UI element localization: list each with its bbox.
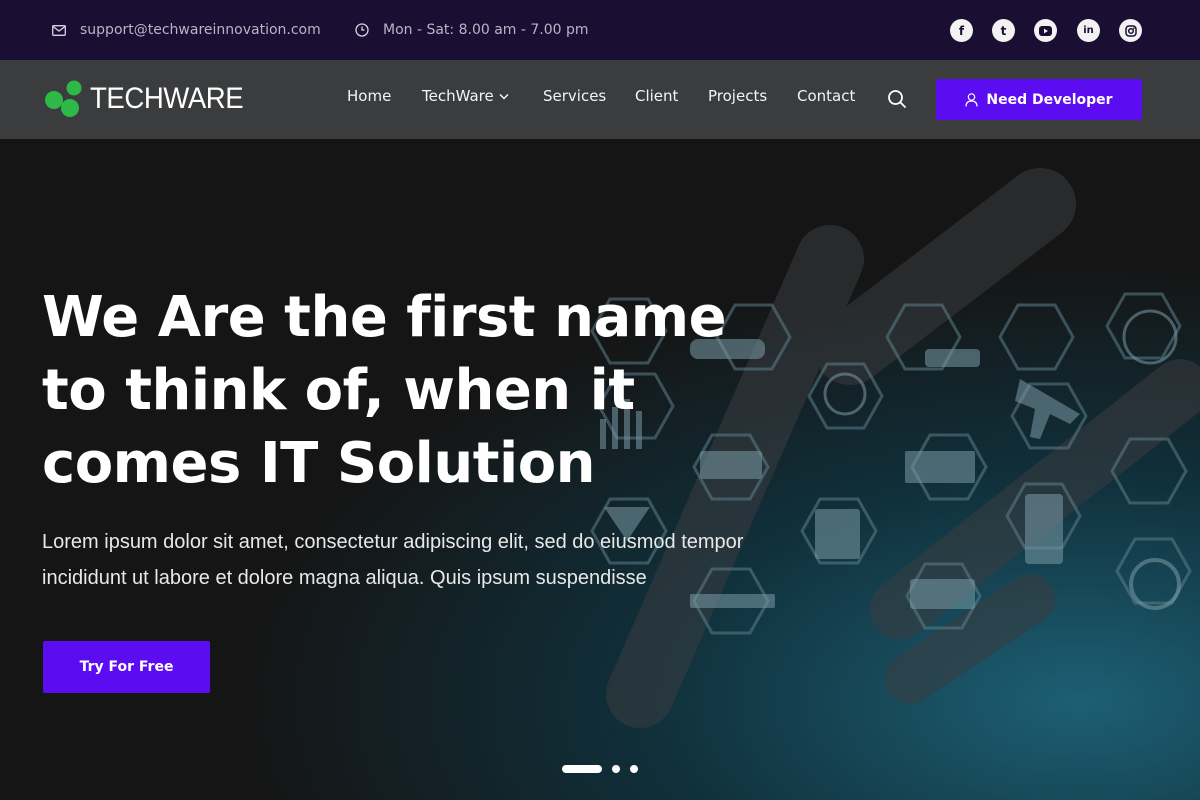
nav-services[interactable]: Services: [543, 87, 606, 105]
search-icon: [888, 90, 906, 108]
logo-text: TECHWARE: [90, 82, 244, 115]
linkedin-icon: in: [1083, 25, 1094, 36]
hero-title: We Are the first name to think of, when …: [42, 285, 727, 496]
nav-techware[interactable]: TechWare: [422, 87, 509, 105]
linkedin-link[interactable]: in: [1077, 19, 1100, 42]
instagram-icon: [1124, 24, 1137, 37]
facebook-icon: f: [958, 23, 965, 38]
hero-description: Lorem ipsum dolor sit amet, consectetur …: [42, 531, 744, 589]
tumblr-icon: t: [1000, 23, 1007, 38]
slider-dot-active[interactable]: [562, 765, 602, 773]
hero-slider: We Are the first name to think of, when …: [0, 139, 1200, 800]
instagram-link[interactable]: [1119, 19, 1142, 42]
try-for-free-button[interactable]: Try For Free: [43, 641, 210, 693]
search-button[interactable]: [886, 88, 908, 110]
business-hours: Mon - Sat: 8.00 am - 7.00 pm: [355, 0, 589, 60]
slider-dot[interactable]: [612, 765, 620, 773]
mail-icon: [52, 24, 66, 36]
clock-icon: [355, 23, 369, 37]
site-logo[interactable]: TECHWARE: [44, 80, 257, 118]
nav-client[interactable]: Client: [635, 87, 678, 105]
logo-mark-icon: [45, 80, 82, 117]
user-icon: [965, 92, 979, 107]
tumblr-link[interactable]: t: [992, 19, 1015, 42]
slider-dot[interactable]: [630, 765, 638, 773]
contact-email[interactable]: support@techwareinnovation.com: [52, 0, 321, 60]
nav-projects[interactable]: Projects: [708, 87, 767, 105]
business-hours-text: Mon - Sat: 8.00 am - 7.00 pm: [383, 22, 589, 38]
need-developer-button[interactable]: Need Developer: [936, 79, 1142, 120]
chevron-down-icon: [499, 93, 509, 100]
nav-techware-label: TechWare: [422, 87, 494, 105]
contact-email-text: support@techwareinnovation.com: [80, 22, 321, 38]
youtube-link[interactable]: [1034, 19, 1057, 42]
nav-contact[interactable]: Contact: [797, 87, 855, 105]
youtube-icon: [1039, 25, 1052, 36]
facebook-link[interactable]: f: [950, 19, 973, 42]
need-developer-label: Need Developer: [986, 91, 1113, 108]
nav-home[interactable]: Home: [347, 87, 391, 105]
